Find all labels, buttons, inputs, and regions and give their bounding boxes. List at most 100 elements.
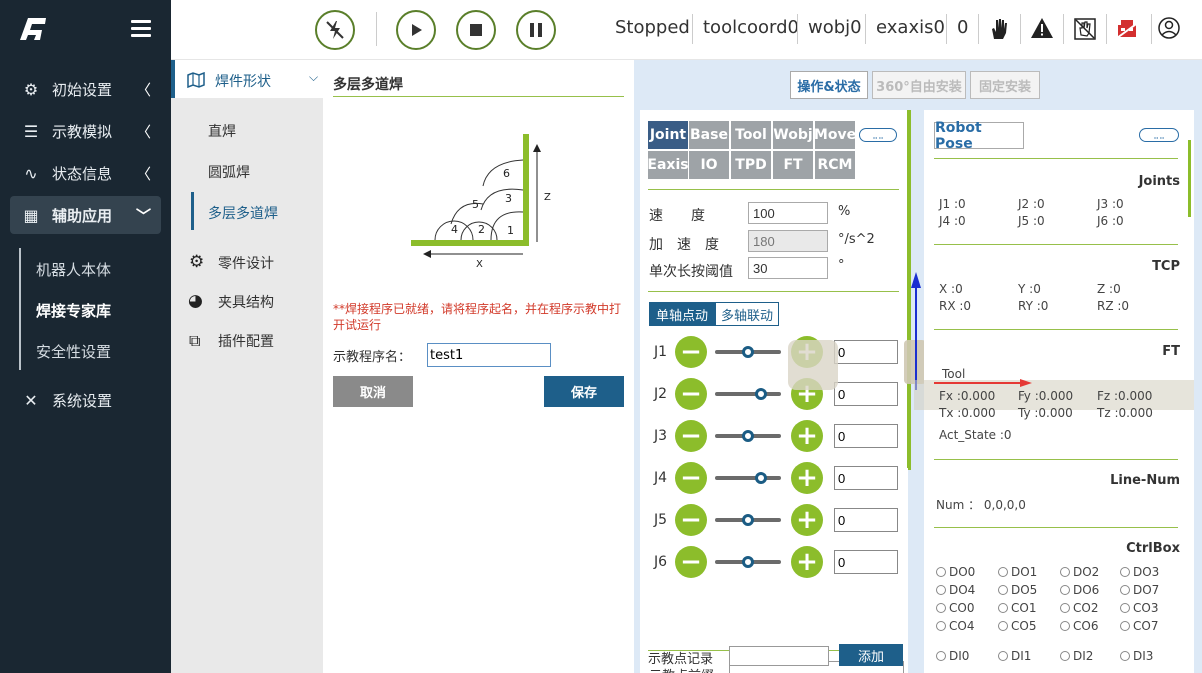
- io-radio[interactable]: DI2: [1060, 649, 1093, 663]
- radio-circle-icon[interactable]: [998, 603, 1008, 613]
- menu-part-design[interactable]: 零件设计: [218, 253, 274, 273]
- tab-multi-axis[interactable]: 多轴联动: [715, 302, 779, 326]
- radio-circle-icon[interactable]: [1120, 621, 1130, 631]
- tab-io[interactable]: IO: [689, 151, 729, 179]
- tab-base[interactable]: Base: [689, 121, 729, 149]
- menu-toggle-icon[interactable]: [131, 20, 151, 37]
- play-button[interactable]: [396, 10, 436, 50]
- io-radio[interactable]: DO2: [1060, 565, 1099, 579]
- joint-slider[interactable]: [715, 556, 781, 568]
- slider-knob[interactable]: [742, 556, 754, 568]
- radio-circle-icon[interactable]: [1120, 603, 1130, 613]
- io-radio[interactable]: CO3: [1120, 601, 1158, 615]
- cancel-button[interactable]: 取消: [333, 376, 413, 407]
- joint-value-input[interactable]: [834, 466, 898, 490]
- robot-alert-icon[interactable]: [1115, 16, 1141, 42]
- power-toggle-button[interactable]: [315, 10, 355, 50]
- radio-circle-icon[interactable]: [1120, 651, 1130, 661]
- tab-ft[interactable]: FT: [773, 151, 813, 179]
- slider-knob[interactable]: [742, 430, 754, 442]
- joint-slider[interactable]: [715, 388, 781, 400]
- radio-circle-icon[interactable]: [936, 651, 946, 661]
- user-icon[interactable]: [1158, 17, 1180, 39]
- pause-button[interactable]: [516, 10, 556, 50]
- joint-plus-button[interactable]: +: [791, 420, 823, 452]
- io-radio[interactable]: CO7: [1120, 619, 1158, 633]
- slider-knob[interactable]: [742, 346, 754, 358]
- subnav-item-safety[interactable]: 安全性设置: [36, 341, 111, 362]
- joint-plus-button[interactable]: +: [791, 462, 823, 494]
- io-radio[interactable]: DO0: [936, 565, 975, 579]
- radio-circle-icon[interactable]: [998, 651, 1008, 661]
- radio-circle-icon[interactable]: [936, 621, 946, 631]
- subnav-item-welding-library[interactable]: 焊接专家库: [36, 300, 111, 321]
- io-radio[interactable]: DI3: [1120, 649, 1153, 663]
- tab-joint[interactable]: Joint: [648, 121, 688, 149]
- joint-minus-button[interactable]: −: [675, 420, 707, 452]
- io-radio[interactable]: CO2: [1060, 601, 1098, 615]
- io-radio[interactable]: CO6: [1060, 619, 1098, 633]
- io-radio[interactable]: DO3: [1120, 565, 1159, 579]
- radio-circle-icon[interactable]: [998, 621, 1008, 631]
- io-radio[interactable]: DO4: [936, 583, 975, 597]
- radio-circle-icon[interactable]: [998, 567, 1008, 577]
- io-radio[interactable]: DO5: [998, 583, 1037, 597]
- sidebar-item-aux-app[interactable]: ▦ 辅助应用 ﹀: [10, 196, 161, 234]
- joint-minus-button[interactable]: −: [675, 462, 707, 494]
- scrollbar[interactable]: [1188, 140, 1191, 217]
- joint-plus-button[interactable]: +: [791, 504, 823, 536]
- radio-circle-icon[interactable]: [1060, 603, 1070, 613]
- collapse-icon[interactable]: ⣀⣀: [859, 128, 897, 142]
- radio-circle-icon[interactable]: [1060, 621, 1070, 631]
- io-radio[interactable]: DO1: [998, 565, 1037, 579]
- shape-header[interactable]: 焊件形状 ⌵: [171, 60, 323, 98]
- tab-tpd[interactable]: TPD: [731, 151, 771, 179]
- joint-value-input[interactable]: [834, 550, 898, 574]
- io-radio[interactable]: CO4: [936, 619, 974, 633]
- add-button[interactable]: 添加: [839, 644, 903, 666]
- joint-minus-button[interactable]: −: [675, 378, 707, 410]
- speed-input[interactable]: [748, 202, 828, 224]
- joint-minus-button[interactable]: −: [675, 546, 707, 578]
- slider-knob[interactable]: [755, 388, 767, 400]
- radio-circle-icon[interactable]: [936, 567, 946, 577]
- shape-item-straight[interactable]: 直焊: [208, 121, 236, 141]
- drag-mode-icon[interactable]: [1073, 17, 1097, 41]
- joint-plus-button[interactable]: +: [791, 546, 823, 578]
- tab-tool[interactable]: Tool: [731, 121, 771, 149]
- joint-slider[interactable]: [715, 430, 781, 442]
- slider-knob[interactable]: [742, 514, 754, 526]
- joint-slider[interactable]: [715, 514, 781, 526]
- menu-plugin[interactable]: 插件配置: [218, 331, 274, 351]
- io-radio[interactable]: CO0: [936, 601, 974, 615]
- radio-circle-icon[interactable]: [1120, 567, 1130, 577]
- sidebar-item-status-info[interactable]: ∿ 状态信息 〈: [10, 154, 161, 192]
- mode-360-install[interactable]: 360°自由安装: [872, 71, 966, 99]
- io-radio[interactable]: DI1: [998, 649, 1031, 663]
- io-radio[interactable]: DI0: [936, 649, 969, 663]
- io-radio[interactable]: CO5: [998, 619, 1036, 633]
- joint-slider[interactable]: [715, 346, 781, 358]
- radio-circle-icon[interactable]: [936, 585, 946, 595]
- radio-circle-icon[interactable]: [1060, 567, 1070, 577]
- radio-circle-icon[interactable]: [936, 603, 946, 613]
- radio-circle-icon[interactable]: [1120, 585, 1130, 595]
- joint-value-input[interactable]: [834, 508, 898, 532]
- joint-value-input[interactable]: [834, 424, 898, 448]
- mode-fixed-install[interactable]: 固定安装: [970, 71, 1040, 99]
- io-radio[interactable]: CO1: [998, 601, 1036, 615]
- joint-minus-button[interactable]: −: [675, 504, 707, 536]
- mode-operation-status[interactable]: 操作&状态: [790, 71, 868, 99]
- tab-rcm[interactable]: RCM: [815, 151, 855, 179]
- joint-slider[interactable]: [715, 472, 781, 484]
- sidebar-item-initial-settings[interactable]: ⚙ 初始设置 〈: [10, 70, 161, 108]
- sidebar-item-teach-sim[interactable]: ☰ 示教模拟 〈: [10, 112, 161, 150]
- tab-move[interactable]: Move: [814, 121, 856, 149]
- slider-knob[interactable]: [755, 472, 767, 484]
- shape-item-multilayer[interactable]: 多层多道焊: [208, 203, 278, 223]
- menu-fixture[interactable]: 夹具结构: [218, 292, 274, 312]
- stop-button[interactable]: [456, 10, 496, 50]
- io-radio[interactable]: DO6: [1060, 583, 1099, 597]
- tab-single-axis[interactable]: 单轴点动: [649, 302, 715, 326]
- radio-circle-icon[interactable]: [1060, 585, 1070, 595]
